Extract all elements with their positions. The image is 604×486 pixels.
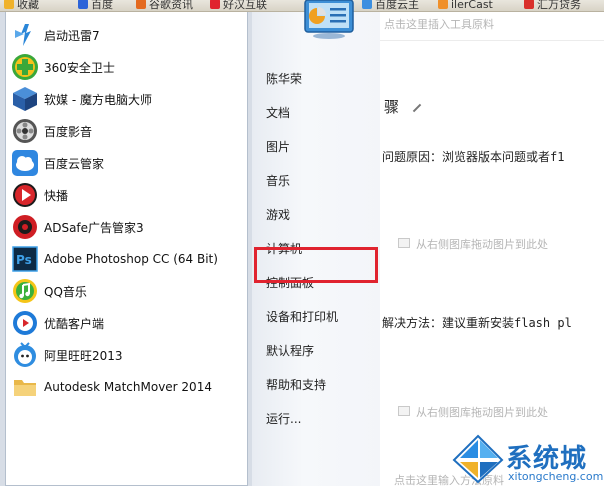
pencil-icon[interactable] — [412, 103, 422, 112]
documents-link[interactable]: 文档 — [266, 104, 290, 121]
program-item-baidu-cloud[interactable]: 百度云管家 — [10, 148, 246, 178]
program-item-matchmover[interactable]: Autodesk MatchMover 2014 — [10, 372, 246, 402]
program-list: 启动迅雷7 360安全卫士 软媒 - 魔方电脑大师 百度影音 百度云管家 快播 … — [5, 12, 248, 486]
favorite-cloud[interactable]: 百度云主 — [362, 0, 419, 11]
program-item-360[interactable]: 360安全卫士 — [10, 52, 246, 82]
cast-icon — [438, 0, 448, 9]
program-item-aliwangwang[interactable]: 阿里旺旺2013 — [10, 340, 246, 370]
problem-text[interactable]: 问题原因：浏览器版本问题或者f1 — [382, 148, 564, 165]
qvod-icon — [10, 180, 40, 210]
favorite-finance[interactable]: 汇万贷务 — [524, 0, 581, 11]
music-link[interactable]: 音乐 — [266, 172, 290, 189]
run-link[interactable]: 运行... — [266, 410, 301, 427]
pictures-link[interactable]: 图片 — [266, 138, 290, 155]
control-panel-highlight — [254, 247, 378, 283]
devices-printers-link[interactable]: 设备和打印机 — [266, 308, 338, 325]
baidu-player-icon — [10, 116, 40, 146]
program-item-baidu-player[interactable]: 百度影音 — [10, 116, 246, 146]
program-item-photoshop[interactable]: Ps Adobe Photoshop CC (64 Bit) — [10, 244, 246, 274]
program-item-adsafe[interactable]: ADSafe广告管家3 — [10, 212, 246, 242]
baidu-icon — [78, 0, 88, 9]
star-icon — [4, 0, 14, 9]
news-icon — [136, 0, 146, 9]
games-link[interactable]: 游戏 — [266, 206, 290, 223]
top-hint: 点击这里插入工具原料 — [384, 18, 494, 31]
favorite-cast[interactable]: ilerCast — [438, 0, 493, 11]
favorite-news[interactable]: 谷歌资讯 — [136, 0, 193, 11]
image-placeholder-icon — [398, 406, 410, 416]
program-item-thunder[interactable]: 启动迅雷7 — [10, 20, 246, 50]
rubik-cube-icon — [10, 84, 40, 114]
control-panel-icon — [301, 0, 357, 40]
qq-music-icon — [10, 276, 40, 306]
360-safe-icon — [10, 52, 40, 82]
drag-image-hint-2[interactable]: 从右侧图库拖动图片到此处 — [416, 404, 548, 420]
solution-text[interactable]: 解决方法：建议重新安装flash pl — [382, 314, 572, 331]
photoshop-icon: Ps — [10, 244, 40, 274]
favorite-web[interactable]: 好汉互联 — [210, 0, 267, 11]
svg-text:Ps: Ps — [16, 253, 32, 267]
baidu-cloud-icon — [10, 148, 40, 178]
user-folder-link[interactable]: 陈华荣 — [266, 70, 302, 87]
watermark-url: xitongcheng.com — [508, 470, 604, 483]
drag-image-hint-1[interactable]: 从右侧图库拖动图片到此处 — [416, 236, 548, 252]
background-webpage: 点击这里插入工具原料 骤 问题原因：浏览器版本问题或者f1 从右侧图库拖动图片到… — [380, 12, 604, 486]
youku-icon — [10, 308, 40, 338]
program-item-youku[interactable]: 优酷客户端 — [10, 308, 246, 338]
favorite-baidu[interactable]: 百度 — [78, 0, 113, 11]
web-icon — [210, 0, 220, 9]
program-item-qvod[interactable]: 快播 — [10, 180, 246, 210]
divider — [380, 40, 604, 41]
thunder-icon — [10, 20, 40, 50]
finance-icon — [524, 0, 534, 9]
aliwangwang-icon — [10, 340, 40, 370]
cloud-icon — [362, 0, 372, 9]
adsafe-icon — [10, 212, 40, 242]
default-programs-link[interactable]: 默认程序 — [266, 342, 314, 359]
program-item-qq-music[interactable]: QQ音乐 — [10, 276, 246, 306]
folder-icon — [10, 372, 40, 402]
favorite-collect[interactable]: 收藏 — [4, 0, 39, 11]
section-heading: 骤 — [384, 96, 422, 117]
program-item-rubik[interactable]: 软媒 - 魔方电脑大师 — [10, 84, 246, 114]
image-placeholder-icon — [398, 238, 410, 248]
help-support-link[interactable]: 帮助和支持 — [266, 376, 326, 393]
